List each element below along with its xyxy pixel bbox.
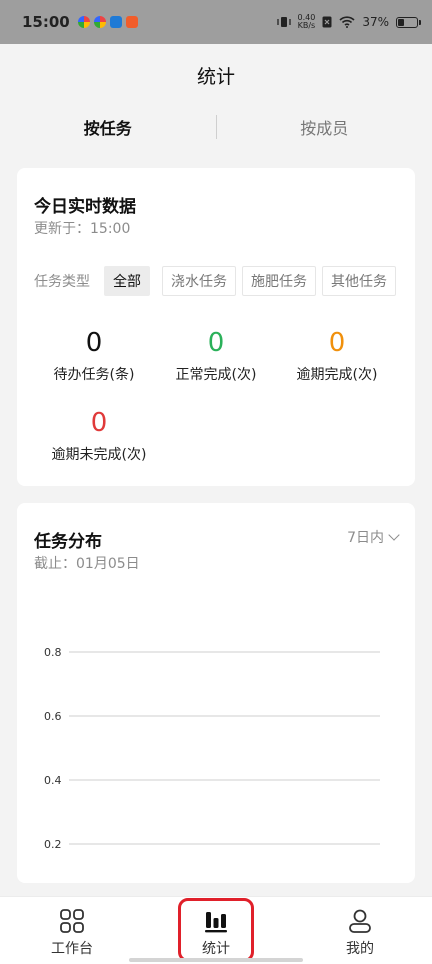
y-tick-label: 0.8	[44, 646, 62, 659]
nav-workbench[interactable]: 工作台	[0, 897, 144, 964]
metric-value: 0	[85, 328, 103, 358]
y-tick-label: 0.4	[44, 774, 62, 787]
vibrate-icon	[276, 17, 291, 27]
y-tick-label: 0.6	[44, 710, 62, 723]
task-type-filter: 任务类型 全部 浇水任务 施肥任务 其他任务	[34, 266, 402, 296]
metric-label: 待办任务(条)	[53, 367, 135, 383]
highlight-annotation	[178, 898, 254, 962]
metric-label: 正常完成(次)	[175, 367, 257, 383]
app-notification-icon	[125, 16, 138, 28]
metric-label: 逾期完成(次)	[296, 367, 378, 383]
filter-label: 任务类型	[34, 274, 90, 290]
y-tick-label: 0.2	[44, 838, 62, 851]
tab-by-member[interactable]: 按成员	[217, 115, 432, 139]
grid-icon	[60, 909, 84, 933]
app-notification-icon	[77, 16, 90, 28]
battery-icon	[396, 16, 421, 28]
filter-chip-watering[interactable]: 浇水任务	[162, 266, 236, 296]
realtime-title: 今日实时数据	[34, 197, 136, 217]
tab-bar: 按任务 按成员	[0, 108, 432, 146]
updated-time: 更新于：15:00	[34, 221, 131, 237]
battery-percent: 37%	[362, 15, 389, 29]
task-distribution-card: 任务分布 截止：01月05日 7日内 0.8 0.6 0.4 0.2	[17, 503, 415, 883]
metric-pending-tasks: 0 待办任务(条)	[28, 328, 160, 384]
metric-overdue-incomplete: 0 逾期未完成(次)	[33, 408, 165, 464]
tab-by-task[interactable]: 按任务	[0, 115, 216, 139]
filter-chip-fertilizing[interactable]: 施肥任务	[242, 266, 316, 296]
app-notification-icon	[109, 16, 122, 28]
home-indicator	[129, 958, 303, 962]
notification-icons	[77, 16, 138, 28]
metric-completed-overdue: 0 逾期完成(次)	[271, 328, 403, 384]
network-speed-unit: KB/s	[297, 21, 316, 30]
metric-value: 0	[90, 408, 108, 438]
user-icon	[349, 909, 371, 933]
page-title: 统计	[196, 66, 235, 88]
nav-mine[interactable]: 我的	[288, 897, 432, 964]
status-time: 15:00	[22, 13, 70, 31]
realtime-data-card: 今日实时数据 更新于：15:00 任务类型 全部 浇水任务 施肥任务 其他任务 …	[17, 168, 415, 486]
metric-value: 0	[207, 328, 225, 358]
nav-label: 工作台	[51, 941, 93, 957]
filter-chip-other[interactable]: 其他任务	[322, 266, 396, 296]
metric-value: 0	[328, 328, 346, 358]
metric-completed-on-time: 0 正常完成(次)	[150, 328, 282, 384]
status-right: 0.40 KB/s 37%	[276, 14, 421, 30]
sim-off-icon	[322, 16, 332, 28]
status-bar: 15:00 0.40 KB/s 37%	[0, 0, 432, 44]
metric-label: 逾期未完成(次)	[51, 447, 147, 463]
distribution-chart: 0.8 0.6 0.4 0.2	[44, 646, 380, 851]
nav-label: 我的	[346, 941, 374, 957]
filter-chip-all[interactable]: 全部	[104, 266, 150, 296]
app-notification-icon	[93, 16, 106, 28]
network-speed: 0.40 KB/s	[298, 14, 316, 30]
wifi-icon	[339, 16, 355, 28]
